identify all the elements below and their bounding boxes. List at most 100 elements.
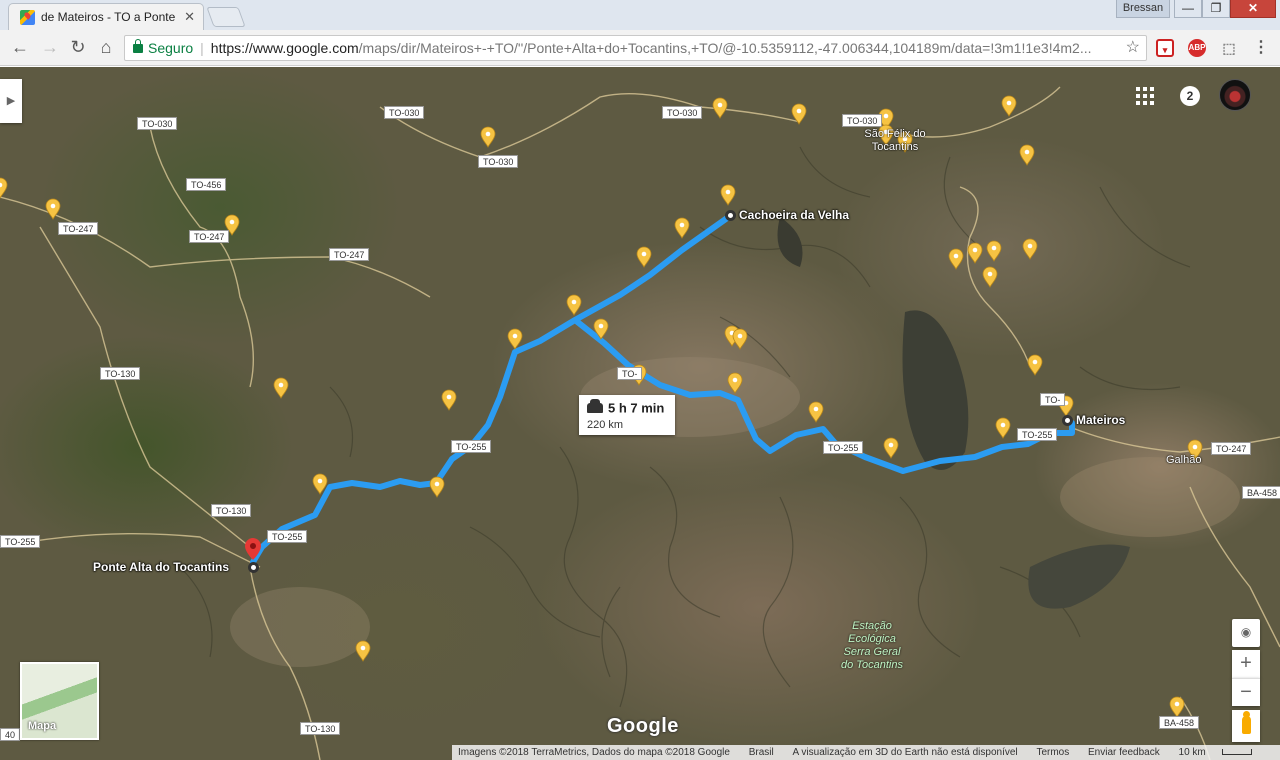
poi-pin-icon[interactable] xyxy=(566,294,582,316)
road-shield: TO- xyxy=(617,367,643,380)
poi-pin-dot xyxy=(1032,359,1038,365)
poi-pin-dot xyxy=(512,333,518,339)
road-shield: TO-130 xyxy=(300,722,341,735)
poi-pin-icon[interactable] xyxy=(967,242,983,264)
avatar[interactable] xyxy=(1219,79,1251,111)
road-shield: TO-247 xyxy=(1211,442,1252,455)
poi-pin-dot xyxy=(717,102,723,108)
poi-pin-icon[interactable] xyxy=(480,126,496,148)
poi-pin-dot xyxy=(1024,149,1030,155)
poi-pin-icon[interactable] xyxy=(948,248,964,270)
poi-pin-icon[interactable] xyxy=(1019,144,1035,166)
road-shield: TO-255 xyxy=(451,440,492,453)
forward-arrow-icon[interactable]: → xyxy=(38,36,62,60)
poi-pin-icon[interactable] xyxy=(986,240,1002,262)
adblock-extension-icon[interactable]: ABP xyxy=(1188,39,1206,57)
poi-pin-icon[interactable] xyxy=(429,476,445,498)
minimize-button[interactable]: — xyxy=(1174,0,1202,18)
road-shield: TO-247 xyxy=(189,230,230,243)
pocket-extension-icon[interactable]: ▾ xyxy=(1156,39,1174,57)
poi-pin-icon[interactable] xyxy=(982,266,998,288)
earth-3d-message: A visualização em 3D do Earth não está d… xyxy=(792,747,1018,758)
bookmark-star-icon[interactable]: ☆ xyxy=(1126,36,1140,60)
poi-pin-dot xyxy=(1006,100,1012,106)
poi-pin-dot xyxy=(229,219,235,225)
poi-pin-dot xyxy=(598,323,604,329)
poi-pin-icon[interactable] xyxy=(1169,696,1185,718)
park-label-line: Estação xyxy=(852,620,892,632)
waypoint-label[interactable]: Cachoeira da Velha xyxy=(739,208,849,222)
origin-marker[interactable] xyxy=(1062,415,1073,426)
close-window-button[interactable]: ✕ xyxy=(1230,0,1276,18)
url-host: https://www.google.com xyxy=(210,40,359,56)
zoom-in-button[interactable]: + xyxy=(1232,650,1260,678)
road-shield: BA-458 xyxy=(1159,716,1200,729)
scale-label[interactable]: 10 km xyxy=(1179,747,1206,758)
poi-pin-icon[interactable] xyxy=(441,389,457,411)
poi-pin-dot xyxy=(987,271,993,277)
map-type-toggle[interactable]: Mapa xyxy=(20,662,99,740)
road-shield: TO- xyxy=(1040,393,1066,406)
route-duration-callout[interactable]: 5 h 7 min 220 km xyxy=(579,395,675,435)
zoom-out-button[interactable]: − xyxy=(1232,678,1260,706)
close-tab-icon[interactable]: ✕ xyxy=(184,9,195,25)
expand-panel-button[interactable]: ▶ xyxy=(0,79,22,123)
poi-pin-icon[interactable] xyxy=(273,377,289,399)
pdf-extension-icon[interactable]: ⬚ xyxy=(1220,39,1238,57)
town-label[interactable]: São Félix do Tocantins xyxy=(860,128,930,154)
url-path: /maps/dir/Mateiros+-+TO/''/Ponte+Alta+do… xyxy=(358,40,1092,56)
apps-grid-icon[interactable] xyxy=(1136,87,1154,105)
road-shield: TO-255 xyxy=(1017,428,1058,441)
poi-pin-icon[interactable] xyxy=(0,177,8,199)
map-canvas[interactable]: TO-030 TO-030 TO-030 TO-030 TO-030 TO-45… xyxy=(0,67,1280,760)
poi-pin-icon[interactable] xyxy=(1022,238,1038,260)
park-label[interactable]: Estação Ecológica Serra Geral do Tocanti… xyxy=(822,620,922,672)
google-maps-icon xyxy=(20,10,35,25)
profile-button[interactable]: Bressan xyxy=(1116,0,1170,18)
origin-label[interactable]: Mateiros xyxy=(1076,413,1125,427)
notifications-badge[interactable]: 2 xyxy=(1180,86,1200,106)
street-view-pegman-icon[interactable] xyxy=(1232,710,1260,742)
maximize-button[interactable]: ❐ xyxy=(1202,0,1230,18)
destination-pin-icon[interactable] xyxy=(245,538,261,560)
menu-icon[interactable]: ⋮ xyxy=(1252,39,1270,57)
poi-pin-dot xyxy=(888,442,894,448)
park-label-line: Ecológica xyxy=(848,633,896,645)
road-shield: TO-030 xyxy=(662,106,703,119)
destination-marker[interactable] xyxy=(248,562,259,573)
poi-pin-icon[interactable] xyxy=(883,437,899,459)
country-link[interactable]: Brasil xyxy=(749,747,774,758)
poi-pin-icon[interactable] xyxy=(712,97,728,119)
terrain-patch xyxy=(230,587,370,667)
poi-pin-dot xyxy=(50,203,56,209)
my-location-button[interactable]: ◉ xyxy=(1232,619,1260,647)
back-arrow-icon[interactable]: ← xyxy=(8,36,32,60)
destination-label[interactable]: Ponte Alta do Tocantins xyxy=(93,560,229,574)
terms-link[interactable]: Termos xyxy=(1036,747,1069,758)
poi-pin-icon[interactable] xyxy=(674,217,690,239)
address-separator: | xyxy=(200,40,204,56)
terrain-patch xyxy=(1060,457,1240,537)
address-bar[interactable]: Seguro | https://www.google.com/maps/dir/M… xyxy=(124,35,1147,61)
poi-pin-icon[interactable] xyxy=(636,246,652,268)
waypoint-marker[interactable] xyxy=(725,210,736,221)
new-tab-button[interactable] xyxy=(206,7,246,27)
poi-pin-icon[interactable] xyxy=(507,328,523,350)
home-icon[interactable]: ⌂ xyxy=(94,36,118,60)
poi-pin-icon[interactable] xyxy=(1027,354,1043,376)
poi-pin-icon[interactable] xyxy=(995,417,1011,439)
reload-icon[interactable]: ↻ xyxy=(66,36,90,60)
road-shield: BA-458 xyxy=(1242,486,1280,499)
tab-maps[interactable]: de Mateiros - TO a Ponte ✕ xyxy=(8,3,204,30)
poi-pin-icon[interactable] xyxy=(355,640,371,662)
poi-pin-dot xyxy=(485,131,491,137)
road-shield: TO-255 xyxy=(823,441,864,454)
route-distance: 220 km xyxy=(587,419,624,431)
town-label[interactable]: Galhão xyxy=(1166,454,1201,466)
poi-pin-icon[interactable] xyxy=(1001,95,1017,117)
poi-pin-icon[interactable] xyxy=(732,328,748,350)
poi-pin-icon[interactable] xyxy=(808,401,824,423)
feedback-link[interactable]: Enviar feedback xyxy=(1088,747,1160,758)
poi-pin-icon[interactable] xyxy=(720,184,736,206)
poi-pin-dot xyxy=(953,253,959,259)
